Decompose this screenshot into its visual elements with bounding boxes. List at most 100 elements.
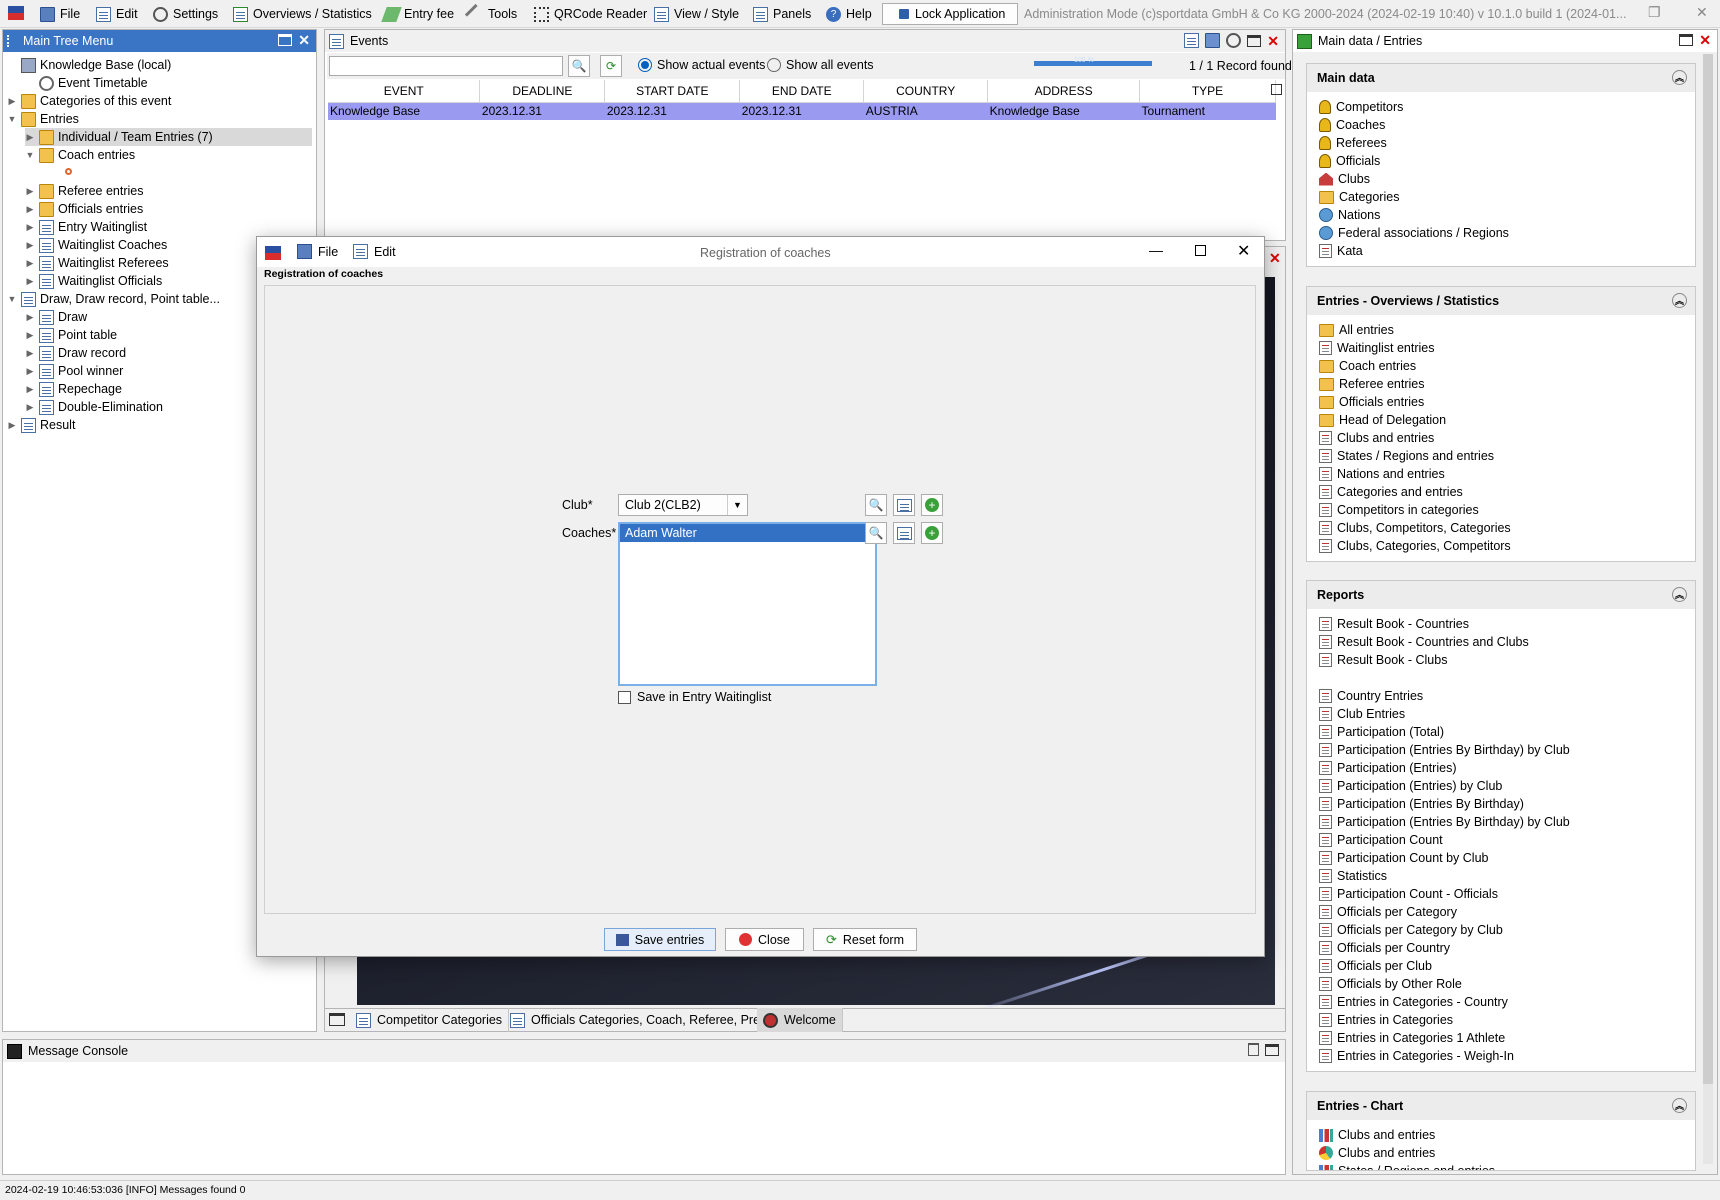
tab-officials-categories[interactable]: Officials Categories, Coach, Referee, Pr… [504,1008,780,1032]
side-item[interactable]: Participation Count - Officials [1319,885,1498,903]
side-item[interactable]: Officials per Category [1319,903,1457,921]
side-item[interactable]: Kata [1319,242,1363,260]
side-item[interactable]: Head of Delegation [1319,411,1446,429]
maximize-icon[interactable] [278,34,293,46]
show-actual-radio[interactable]: Show actual events [638,58,765,72]
side-section-header[interactable]: Entries - Chart ︽ [1307,1092,1695,1120]
trash-icon[interactable] [1248,1043,1259,1056]
table-row[interactable]: Knowledge Base 2023.12.31 2023.12.31 202… [328,102,1276,120]
tree-item[interactable]: ▼ Entries [7,110,79,128]
tree-item[interactable]: ▶ Officials entries [25,200,143,218]
search-coach-button[interactable]: 🔍 [865,522,887,544]
menu-tools[interactable]: Tools [464,3,517,25]
save-entries-button[interactable]: Save entries [604,928,716,951]
collapsed-arrow-icon[interactable]: ▶ [25,312,35,323]
column-header[interactable]: EVENT [328,80,481,103]
collapsed-arrow-icon[interactable]: ▶ [25,348,35,359]
side-section-header[interactable]: Main data ︽ [1307,64,1695,92]
side-item[interactable]: Participation (Entries) [1319,759,1457,777]
side-item[interactable]: Result Book - Countries and Clubs [1319,633,1529,651]
expanded-arrow-icon[interactable]: ▼ [25,150,35,160]
side-item[interactable]: Officials by Other Role [1319,975,1462,993]
menu-qrcode[interactable]: QRCode Reader [534,4,647,24]
close-app-icon[interactable]: ✕ [1696,4,1708,21]
restore-icon[interactable]: ❐ [1648,4,1661,21]
maximize-icon[interactable] [1195,245,1206,256]
collapsed-arrow-icon[interactable]: ▶ [7,96,17,107]
close-icon[interactable]: ✕ [1699,33,1711,47]
expanded-arrow-icon[interactable]: ▼ [7,294,17,304]
chevron-down-icon[interactable]: ▼ [727,495,747,515]
reset-form-button[interactable]: ⟳ Reset form [813,928,917,951]
tree-item[interactable]: ▶ Referee entries [25,182,143,200]
side-section-header[interactable]: Entries - Overviews / Statistics ︽ [1307,287,1695,315]
menu-edit[interactable]: Edit [96,4,138,24]
close-icon[interactable]: ✕ [1267,34,1279,48]
column-header[interactable]: COUNTRY [863,80,989,103]
minimize-icon[interactable]: — [1149,242,1163,258]
column-header[interactable]: ADDRESS [987,80,1141,103]
side-item[interactable]: Participation (Total) [1319,723,1444,741]
tree-item[interactable]: ▶ Result [7,416,75,434]
side-item[interactable]: Participation Count [1319,831,1443,849]
side-item[interactable]: Referees [1319,134,1387,152]
side-section-header[interactable]: Reports ︽ [1307,581,1695,609]
collapsed-arrow-icon[interactable]: ▶ [25,204,35,215]
side-item[interactable]: Nations and entries [1319,465,1445,483]
edit-coach-button[interactable] [893,522,915,544]
side-item[interactable]: Result Book - Countries [1319,615,1469,633]
collapsed-arrow-icon[interactable]: ▶ [25,240,35,251]
side-item[interactable]: Statistics [1319,867,1387,885]
side-item[interactable]: Waitinglist entries [1319,339,1435,357]
collapse-icon[interactable]: ︽ [1672,587,1687,602]
expanded-arrow-icon[interactable]: ▼ [7,114,17,124]
events-search-input[interactable] [329,56,563,76]
side-item[interactable]: Coach entries [1319,357,1416,375]
collapsed-arrow-icon[interactable]: ▶ [7,420,17,431]
show-all-radio[interactable]: Show all events [767,58,874,72]
column-header[interactable]: DEADLINE [479,80,606,103]
menu-overviews[interactable]: Overviews / Statistics [233,4,372,24]
tree-item[interactable]: ▶ Categories of this event [7,92,171,110]
side-item[interactable]: Categories and entries [1319,483,1463,501]
tree-item[interactable]: ▼ Coach entries [25,146,135,164]
coach-list-item[interactable]: Adam Walter [620,524,875,542]
side-item[interactable]: Participation Count by Club [1319,849,1488,867]
menu-entry-fee[interactable]: Entry fee [381,4,454,24]
column-header[interactable]: TYPE [1139,80,1276,103]
collapse-icon[interactable]: ︽ [1672,1098,1687,1113]
side-item[interactable]: Referee entries [1319,375,1424,393]
side-item[interactable]: Competitors [1319,98,1403,116]
side-item[interactable]: Participation (Entries) by Club [1319,777,1502,795]
column-chooser-icon[interactable] [1271,84,1282,95]
add-club-button[interactable]: + [921,494,943,516]
tree-item[interactable]: Event Timetable [25,74,148,92]
side-item[interactable]: Federal associations / Regions [1319,224,1509,242]
tree-item[interactable]: ▶ Pool winner [25,362,123,380]
tree-item[interactable]: ▶ Point table [25,326,117,344]
side-item[interactable]: Entries in Categories - Weigh-In [1319,1047,1514,1065]
column-header[interactable]: END DATE [739,80,865,103]
maximize-icon[interactable] [1679,34,1694,46]
tree-item[interactable]: Knowledge Base (local) [7,56,171,74]
collapsed-arrow-icon[interactable]: ▶ [25,132,35,143]
refresh-button[interactable]: ⟳ [600,55,622,77]
side-item[interactable]: Club Entries [1319,705,1405,723]
side-item[interactable]: Country Entries [1319,687,1423,705]
search-button[interactable]: 🔍 [568,55,590,77]
menu-view-style[interactable]: View / Style [654,4,739,24]
side-item[interactable]: All entries [1319,321,1394,339]
maximize-icon[interactable] [1265,1043,1279,1056]
tree-item[interactable]: ▶ Individual / Team Entries (7) [25,128,312,146]
collapsed-arrow-icon[interactable]: ▶ [25,330,35,341]
side-item[interactable]: Participation (Entries By Birthday) by C… [1319,813,1570,831]
close-button[interactable]: Close [725,928,804,951]
tab-welcome[interactable]: Welcome [757,1008,843,1032]
side-item[interactable]: Entries in Categories [1319,1011,1453,1029]
open-folder-icon[interactable] [1205,33,1221,48]
side-item[interactable]: Clubs, Competitors, Categories [1319,519,1511,537]
side-item[interactable]: Entries in Categories - Country [1319,993,1508,1011]
dialog-menu-file[interactable]: File [297,244,338,259]
close-icon[interactable]: ✕ [1269,251,1281,265]
edit-club-button[interactable] [893,494,915,516]
